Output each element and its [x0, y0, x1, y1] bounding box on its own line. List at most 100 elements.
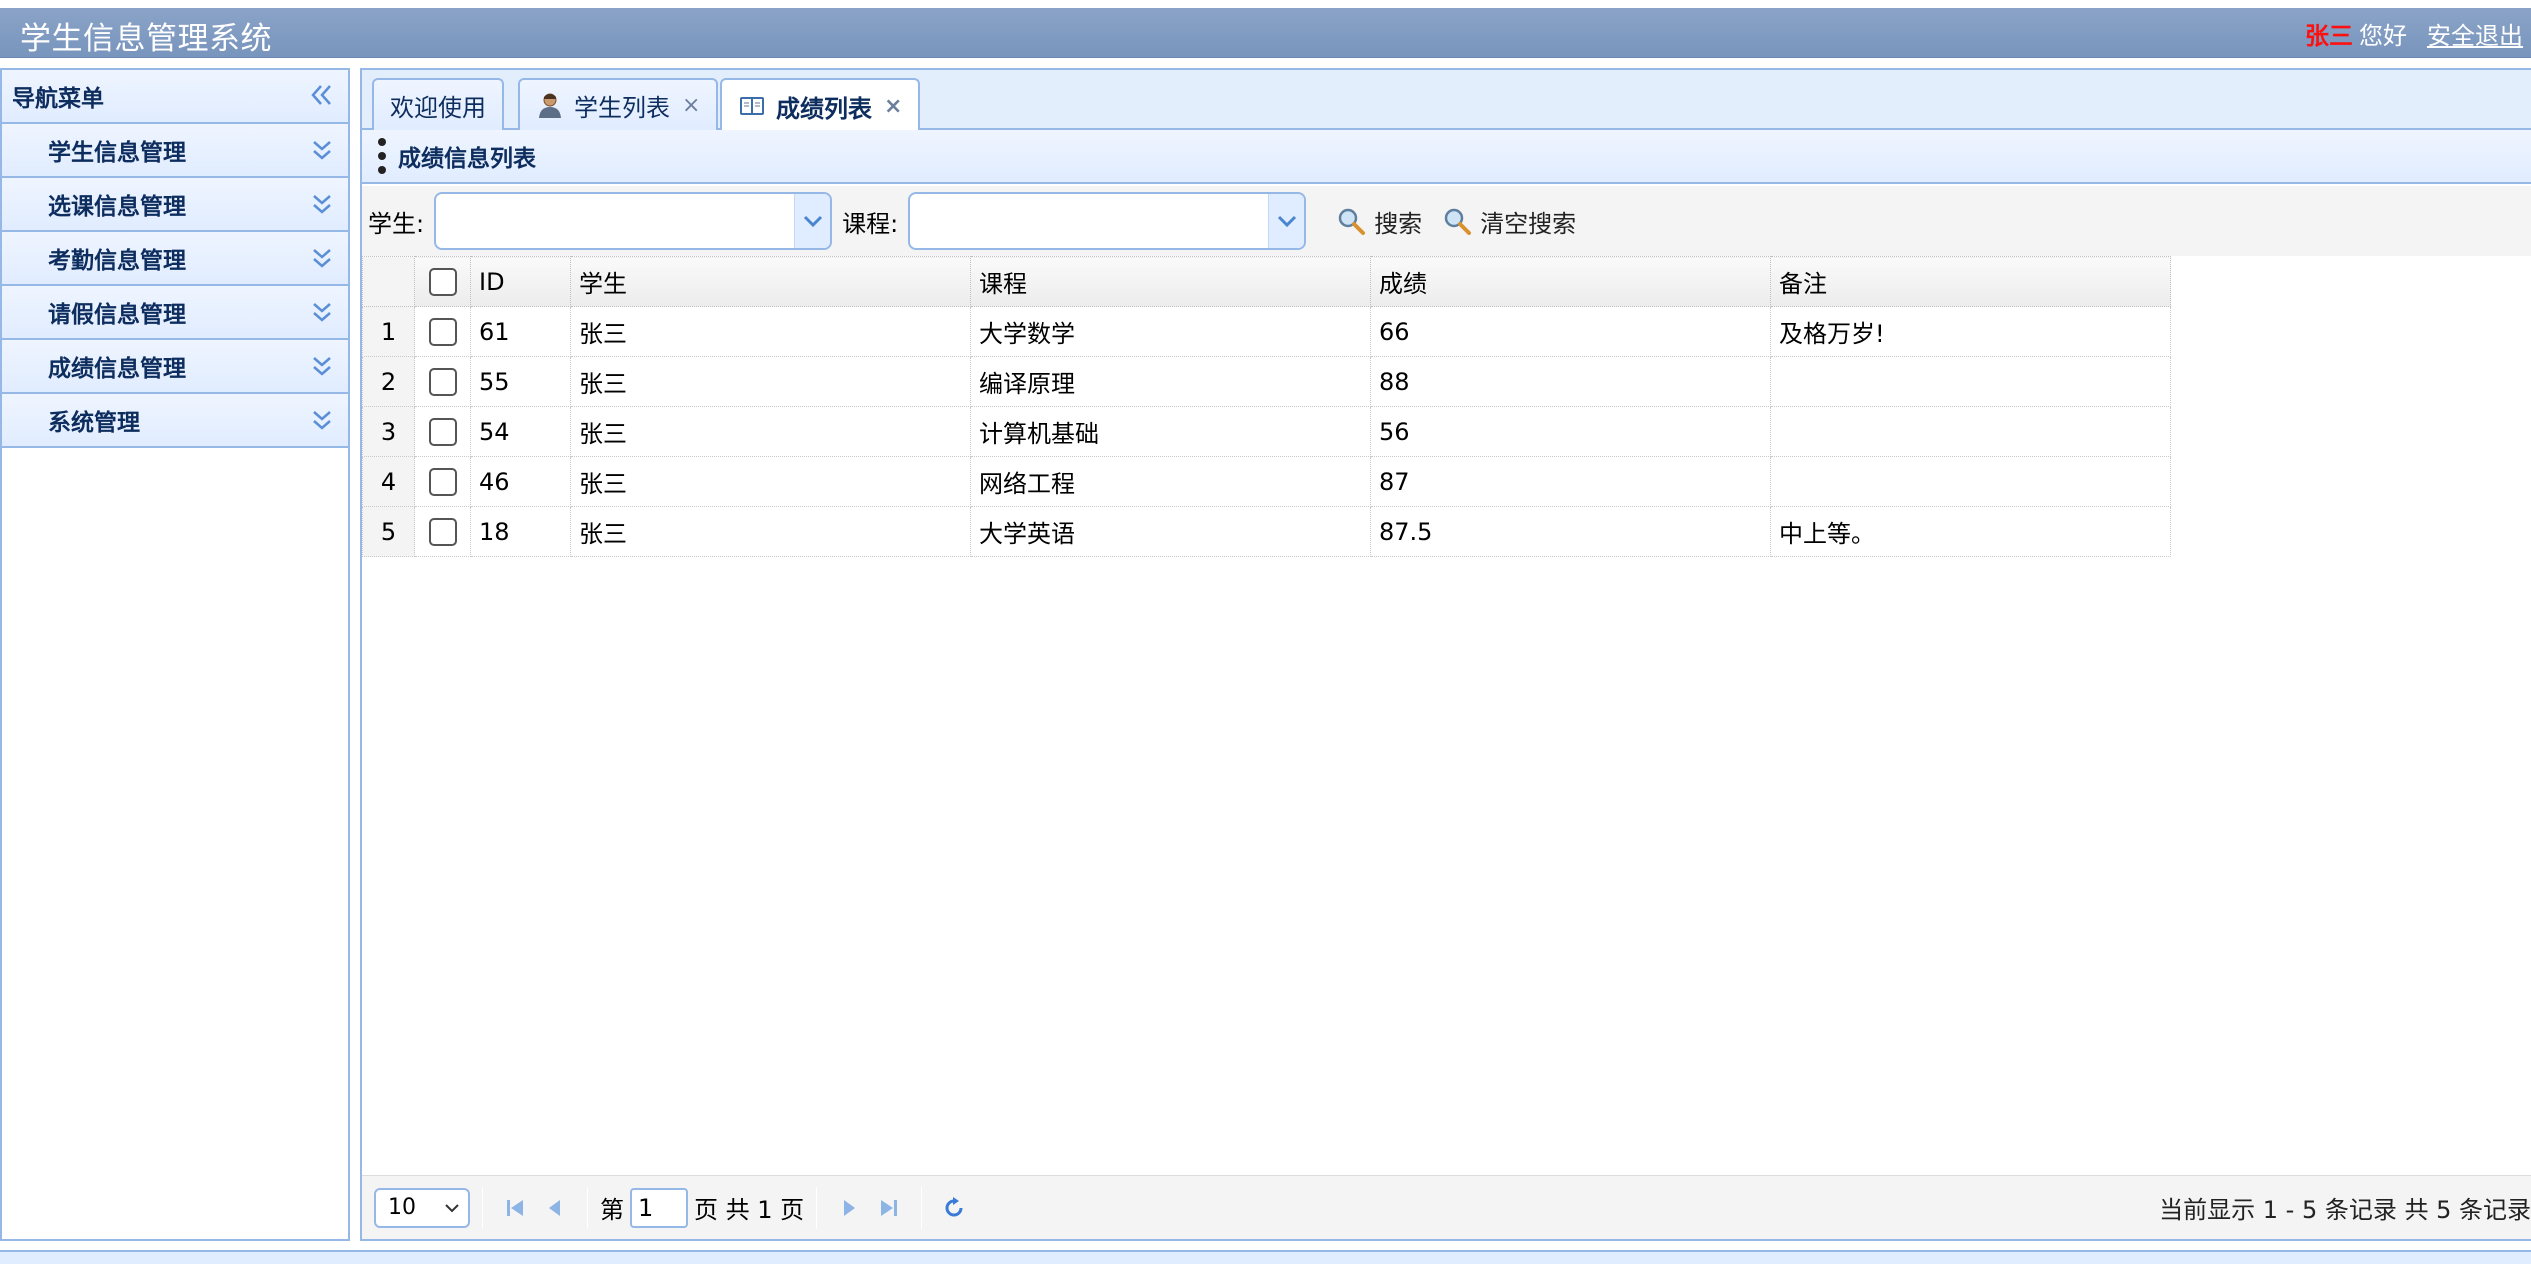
column-header-id[interactable]: ID [470, 256, 571, 307]
sidebar-item-course-selection[interactable]: 选课信息管理 [2, 178, 348, 232]
last-page-button[interactable] [869, 1188, 909, 1228]
double-chevron-left-icon[interactable] [310, 82, 334, 108]
table-row[interactable]: 2 55 张三 编译原理 88 [362, 356, 2171, 407]
cell-id: 54 [470, 406, 571, 457]
double-chevron-down-icon [313, 141, 331, 160]
sidebar-item-system[interactable]: 系统管理 [2, 394, 348, 448]
page-number-input[interactable]: 1 [630, 1187, 688, 1228]
cell-score: 87.5 [1370, 506, 1771, 557]
next-page-button[interactable] [829, 1188, 869, 1228]
row-select-cell [414, 456, 471, 507]
prev-page-button[interactable] [535, 1188, 575, 1228]
student-combobox[interactable] [434, 192, 833, 250]
sidebar-header: 导航菜单 [2, 70, 348, 124]
sidebar-item-attendance[interactable]: 考勤信息管理 [2, 232, 348, 286]
double-chevron-down-icon [313, 303, 331, 322]
score-grid: ID 学生 课程 成绩 备注 1 61 张三 大学数学 66 及格万岁! 2 5… [362, 256, 2171, 557]
main-panel: 欢迎使用 学生列表 × 成绩列表 × 成绩信息列表 学生: 课程: 搜索 清空搜… [360, 68, 2531, 1241]
column-header-remark[interactable]: 备注 [1770, 256, 2171, 307]
clear-search-label: 清空搜索 [1480, 209, 1577, 238]
page-number-value: 1 [638, 1193, 654, 1222]
tab-welcome[interactable]: 欢迎使用 [372, 78, 504, 130]
cell-id: 61 [470, 306, 571, 357]
chevron-down-icon[interactable] [1268, 194, 1305, 248]
cell-remark: 中上等。 [1770, 506, 2171, 557]
cell-student: 张三 [570, 306, 971, 357]
row-number: 2 [362, 356, 415, 407]
tab-bar: 欢迎使用 学生列表 × 成绩列表 × [362, 70, 2531, 132]
row-checkbox[interactable] [428, 518, 457, 546]
course-combobox[interactable] [908, 192, 1307, 250]
cell-id: 55 [470, 356, 571, 407]
page-size-select[interactable]: 10 [374, 1187, 470, 1228]
row-select-cell [414, 406, 471, 457]
sidebar: 导航菜单 学生信息管理 选课信息管理 考勤信息管理 请假信息管理 成绩信息管理 … [0, 68, 350, 1241]
greeting: 您好 [2359, 22, 2407, 50]
table-row[interactable]: 1 61 张三 大学数学 66 及格万岁! [362, 306, 2171, 357]
close-icon[interactable]: × [884, 94, 902, 119]
cell-student: 张三 [570, 356, 971, 407]
select-all-checkbox[interactable] [428, 268, 457, 296]
row-checkbox[interactable] [428, 418, 457, 446]
cell-course: 网络工程 [970, 456, 1371, 507]
sidebar-item-label: 请假信息管理 [48, 302, 186, 328]
double-chevron-down-icon [313, 195, 331, 214]
chevron-down-icon [445, 1203, 459, 1212]
row-select-cell [414, 506, 471, 557]
page-size-value: 10 [388, 1195, 416, 1220]
clear-search-button[interactable]: 清空搜索 [1442, 204, 1576, 239]
user-icon [539, 93, 561, 118]
chevron-down-icon[interactable] [794, 194, 831, 248]
book-icon [740, 97, 764, 115]
cell-course: 大学数学 [970, 306, 1371, 357]
column-header-score[interactable]: 成绩 [1370, 256, 1771, 307]
row-checkbox[interactable] [428, 318, 457, 346]
app-title: 学生信息管理系统 [20, 21, 272, 57]
search-icon [1444, 208, 1472, 235]
separator [482, 1186, 483, 1229]
first-page-button[interactable] [495, 1188, 535, 1228]
table-row[interactable]: 5 18 张三 大学英语 87.5 中上等。 [362, 506, 2171, 557]
sidebar-item-label: 选课信息管理 [48, 194, 186, 220]
sidebar-item-label: 学生信息管理 [48, 140, 186, 166]
row-number: 4 [362, 456, 415, 507]
separator [587, 1186, 588, 1229]
refresh-icon [945, 1196, 963, 1216]
table-row[interactable]: 4 46 张三 网络工程 87 [362, 456, 2171, 507]
double-chevron-down-icon [313, 249, 331, 268]
row-checkbox[interactable] [428, 468, 457, 496]
cell-student: 张三 [570, 456, 971, 507]
page-suffix: 页 共 1 页 [694, 1196, 805, 1224]
row-number: 1 [362, 306, 415, 357]
row-select-cell [414, 356, 471, 407]
double-chevron-down-icon [313, 357, 331, 376]
refresh-button[interactable] [934, 1188, 974, 1228]
vertical-dots-icon [378, 138, 386, 174]
tab-student-list[interactable]: 学生列表 × [518, 78, 719, 130]
row-checkbox[interactable] [428, 368, 457, 396]
search-icon [1338, 208, 1366, 235]
cell-remark [1770, 356, 2171, 407]
cell-remark [1770, 456, 2171, 507]
rownum-header [362, 256, 415, 307]
column-header-course[interactable]: 课程 [970, 256, 1371, 307]
cell-score: 66 [1370, 306, 1771, 357]
search-button[interactable]: 搜索 [1336, 204, 1422, 239]
close-icon[interactable]: × [682, 93, 700, 118]
cell-id: 18 [470, 506, 571, 557]
column-header-student[interactable]: 学生 [570, 256, 971, 307]
logout-link[interactable]: 安全退出 [2427, 16, 2523, 51]
sidebar-item-leave[interactable]: 请假信息管理 [2, 286, 348, 340]
table-row[interactable]: 3 54 张三 计算机基础 56 [362, 406, 2171, 457]
tab-score-list[interactable]: 成绩列表 × [720, 78, 921, 132]
sidebar-item-scores[interactable]: 成绩信息管理 [2, 340, 348, 394]
prev-page-icon [549, 1199, 560, 1216]
sidebar-item-label: 成绩信息管理 [48, 356, 186, 382]
sidebar-item-student-info[interactable]: 学生信息管理 [2, 124, 348, 178]
app-header: 学生信息管理系统 张三 您好 安全退出 [0, 8, 2531, 58]
sidebar-title: 导航菜单 [12, 86, 104, 112]
panel-header: 成绩信息列表 [362, 130, 2531, 184]
row-number: 5 [362, 506, 415, 557]
user-name: 张三 [2305, 22, 2353, 50]
cell-student: 张三 [570, 506, 971, 557]
